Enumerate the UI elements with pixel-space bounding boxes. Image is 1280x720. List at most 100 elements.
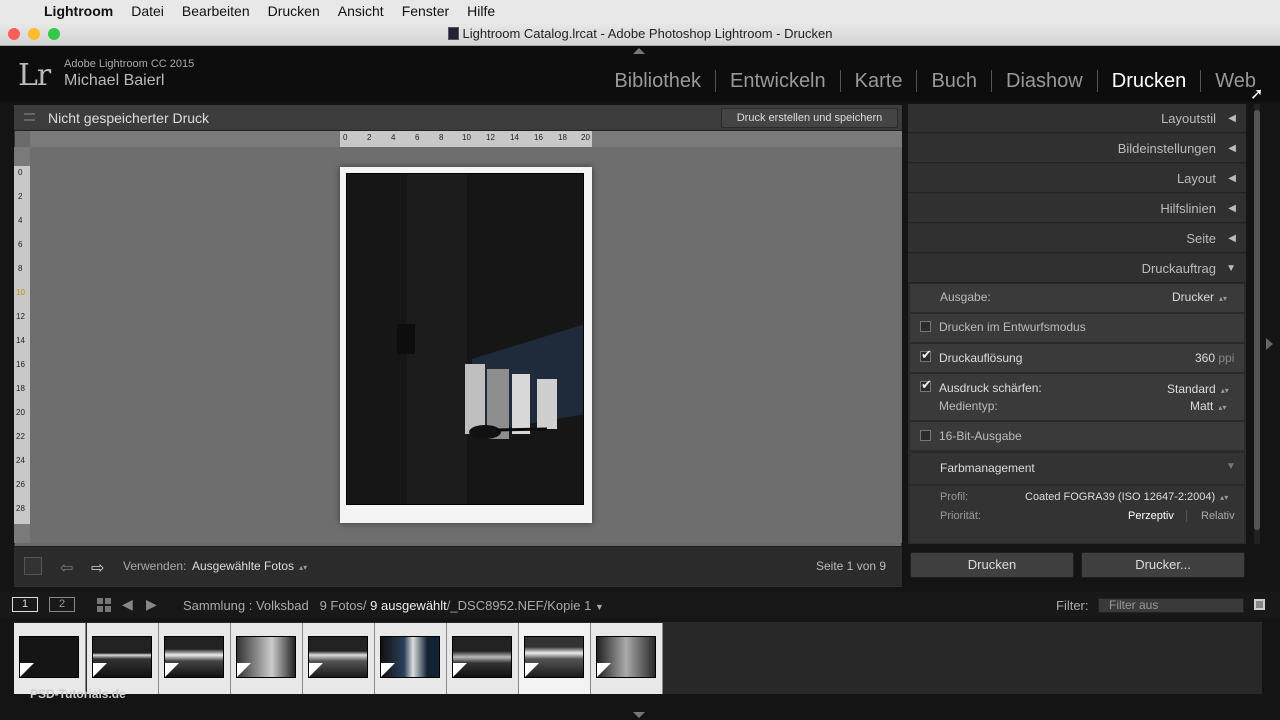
back-arrow-icon[interactable]: ◀ xyxy=(122,596,133,613)
grid-view-icon[interactable] xyxy=(97,598,111,612)
virtual-copy-icon xyxy=(93,663,107,677)
ruler-tick: 14 xyxy=(510,133,519,142)
ruler-tick: 0 xyxy=(343,133,348,142)
expand-arrow-icon: ▼ xyxy=(1226,263,1236,274)
module-buch[interactable]: Buch xyxy=(916,70,991,92)
mouse-cursor-icon: ➚ xyxy=(1250,86,1264,103)
next-page-icon[interactable]: ⇨ xyxy=(91,558,104,578)
module-entwickeln[interactable]: Entwickeln xyxy=(715,70,840,92)
draft-mode-checkbox[interactable] xyxy=(920,321,931,332)
print-resolution-label: Druckauflösung xyxy=(939,351,1023,365)
sharpen-select[interactable]: Standard ▴▾ xyxy=(1167,382,1229,396)
scrollbar-thumb[interactable] xyxy=(1254,110,1260,530)
filmstrip-source[interactable]: Sammlung : Volksbad 9 Fotos/ 9 ausgewähl… xyxy=(183,598,604,613)
screen-1-button[interactable]: 1 xyxy=(12,597,38,612)
filter-select[interactable]: Filter aus xyxy=(1098,598,1244,613)
virtual-copy-icon xyxy=(453,663,467,677)
app-version: Adobe Lightroom CC 2015 xyxy=(64,58,195,70)
ruler-tick: 26 xyxy=(16,480,25,489)
ruler-tick: 4 xyxy=(18,216,23,225)
collapse-arrow-icon: ◀ xyxy=(1228,203,1236,214)
printer-button[interactable]: Drucker... xyxy=(1081,552,1245,578)
filmstrip-thumbnail[interactable] xyxy=(231,623,303,694)
use-selector[interactable]: Ausgewählte Fotos ▴▾ xyxy=(192,559,307,573)
filmstrip-thumbnail[interactable] xyxy=(159,623,231,694)
menu-fenster[interactable]: Fenster xyxy=(393,3,458,19)
menu-ansicht[interactable]: Ansicht xyxy=(329,3,393,19)
priority-relative[interactable]: Relativ xyxy=(1186,510,1235,522)
ruler-tick: 6 xyxy=(415,133,420,142)
module-bibliothek[interactable]: Bibliothek xyxy=(600,70,715,92)
ruler-left-scale: 0 2 4 6 8 10 12 14 16 18 20 22 24 26 28 xyxy=(14,166,30,524)
menu-hilfe[interactable]: Hilfe xyxy=(458,3,504,19)
ruler-tick: 6 xyxy=(18,240,23,249)
save-print-button[interactable]: Druck erstellen und speichern xyxy=(721,108,898,128)
bit16-label: 16-Bit-Ausgabe xyxy=(939,429,1022,443)
right-panel-toggle-icon[interactable] xyxy=(1266,338,1273,350)
output-label: Ausgabe: xyxy=(940,290,991,304)
virtual-copy-icon xyxy=(381,663,395,677)
ruler-tick: 20 xyxy=(16,408,25,417)
menu-drucken[interactable]: Drucken xyxy=(259,3,329,19)
minimize-window-button[interactable] xyxy=(28,28,40,40)
menu-icon[interactable] xyxy=(24,113,35,121)
profile-select[interactable]: Coated FOGRA39 (ISO 12647-2:2004) ▴▾ xyxy=(1025,491,1228,503)
filmstrip-thumbnail-active[interactable] xyxy=(519,623,591,694)
section-druckauftrag[interactable]: Druckauftrag ▼ xyxy=(908,254,1246,283)
module-picker: Bibliothek Entwickeln Karte Buch Diashow… xyxy=(600,70,1270,92)
print-resolution-field[interactable]: 360 ppi xyxy=(1195,351,1234,365)
filmstrip-thumbnail[interactable] xyxy=(303,623,375,694)
print-photo[interactable] xyxy=(346,173,584,505)
print-resolution-checkbox[interactable] xyxy=(920,347,932,363)
print-button[interactable]: Drucken xyxy=(910,552,1074,578)
media-select[interactable]: Matt ▴▾ xyxy=(1190,399,1226,413)
ruler-tick: 16 xyxy=(534,133,543,142)
filmstrip-thumbnail[interactable] xyxy=(14,623,86,694)
filter-value: Filter aus xyxy=(1109,598,1159,612)
filmstrip-thumbnail[interactable] xyxy=(375,623,447,694)
section-layoutstil[interactable]: Layoutstil ◀ xyxy=(908,104,1246,133)
bottom-panel-toggle-icon[interactable] xyxy=(633,712,645,718)
close-window-button[interactable] xyxy=(8,28,20,40)
section-seite[interactable]: Seite ◀ xyxy=(908,224,1246,253)
source-name: Sammlung : Volksbad xyxy=(183,598,309,613)
sharpen-value: Standard xyxy=(1167,382,1216,396)
forward-arrow-icon[interactable]: ▶ xyxy=(146,596,157,613)
top-panel-toggle-icon[interactable] xyxy=(633,48,645,54)
ruler-tick: 18 xyxy=(558,133,567,142)
bit16-checkbox[interactable] xyxy=(920,430,931,441)
ruler-top-scale: 0 2 4 6 8 10 12 14 16 18 20 xyxy=(340,131,592,147)
menu-app[interactable]: Lightroom xyxy=(38,3,122,19)
updown-icon: ▴▾ xyxy=(299,563,308,572)
priority-perceptual[interactable]: Perzeptiv xyxy=(1128,510,1174,522)
section-layout[interactable]: Layout ◀ xyxy=(908,164,1246,193)
user-name: Michael Baierl xyxy=(64,72,165,89)
document-icon xyxy=(447,27,459,40)
view-toggle-button[interactable] xyxy=(24,557,42,575)
output-value: Drucker xyxy=(1172,290,1215,304)
menu-datei[interactable]: Datei xyxy=(122,3,173,19)
screen-2-button[interactable]: 2 xyxy=(49,597,75,612)
ruler-tick: 22 xyxy=(16,432,25,441)
filmstrip-thumbnail[interactable] xyxy=(447,623,519,694)
menubar: Lightroom Datei Bearbeiten Drucken Ansic… xyxy=(0,0,1280,22)
filter-lock-icon[interactable] xyxy=(1254,599,1265,610)
zoom-window-button[interactable] xyxy=(48,28,60,40)
menu-bearbeiten[interactable]: Bearbeiten xyxy=(173,3,259,19)
filmstrip-thumbnail[interactable] xyxy=(591,623,663,694)
filmstrip-thumbnail[interactable] xyxy=(87,623,159,694)
module-diashow[interactable]: Diashow xyxy=(991,70,1097,92)
page-info: Seite 1 von 9 xyxy=(816,559,887,573)
watermark: PSD-Tutorials.de xyxy=(30,687,126,701)
section-bildeinstellungen[interactable]: Bildeinstellungen ◀ xyxy=(908,134,1246,163)
previous-page-icon[interactable]: ⇦ xyxy=(60,558,73,578)
output-select[interactable]: Drucker ▴▾ xyxy=(1172,290,1227,304)
sharpen-checkbox[interactable] xyxy=(920,377,932,393)
module-drucken[interactable]: Drucken xyxy=(1096,70,1200,92)
profile-label: Profil: xyxy=(940,491,969,503)
section-hilfslinien[interactable]: Hilfslinien ◀ xyxy=(908,194,1246,223)
updown-icon: ▴▾ xyxy=(1220,386,1229,395)
lightroom-window: Lightroom Datei Bearbeiten Drucken Ansic… xyxy=(0,0,1280,720)
resolution-unit: ppi xyxy=(1218,351,1235,365)
module-karte[interactable]: Karte xyxy=(839,70,917,92)
